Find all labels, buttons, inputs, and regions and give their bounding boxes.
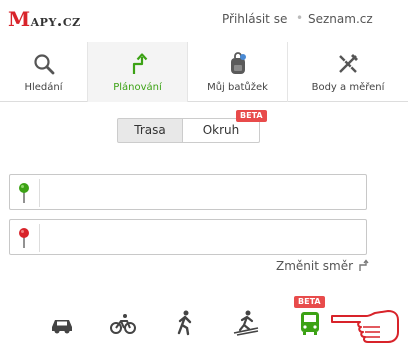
green-pin-icon [19, 183, 29, 203]
bicycle-icon[interactable] [108, 308, 138, 338]
logo-rest: apy.cz [30, 11, 81, 30]
end-field[interactable] [9, 219, 367, 255]
car-icon[interactable] [47, 308, 77, 338]
route-planning-icon [132, 53, 147, 74]
walking-icon[interactable] [170, 308, 200, 338]
end-field-divider [39, 224, 40, 252]
swap-direction-icon[interactable] [357, 259, 369, 273]
start-field-divider [39, 179, 40, 207]
tab-search[interactable]: Hledání [0, 42, 88, 102]
tab-backpack[interactable]: Můj batůžek [188, 42, 288, 102]
mapy-cz-logo[interactable]: Mapy.cz [8, 7, 81, 31]
skiing-icon[interactable] [231, 308, 261, 338]
tab-measure-label: Body a měření [311, 82, 385, 93]
logo-first-letter: M [8, 7, 31, 31]
main-tabs: Hledání Plánování Můj batůžek Body a měř… [0, 42, 408, 102]
end-input[interactable] [44, 224, 362, 250]
tab-search-label: Hledání [24, 82, 63, 93]
start-field[interactable] [9, 174, 367, 210]
red-pin-icon [19, 228, 29, 248]
bus-icon[interactable] [295, 308, 325, 338]
search-icon [33, 54, 54, 75]
tab-measure[interactable]: Body a měření [288, 42, 408, 102]
change-direction-link[interactable]: Změnit směr [276, 259, 353, 273]
seznam-link[interactable]: Seznam.cz [308, 12, 373, 26]
tab-planning[interactable]: Plánování [88, 42, 188, 102]
pointing-hand-icon [331, 310, 399, 343]
login-link[interactable]: Přihlásit se [222, 12, 287, 26]
measure-tools-icon [339, 54, 358, 73]
header-separator: • [296, 11, 304, 25]
backpack-icon [230, 52, 246, 74]
tab-planning-label: Plánování [113, 82, 162, 93]
bus-beta-badge: BETA [294, 296, 325, 308]
tab-backpack-label: Můj batůžek [207, 82, 268, 93]
header: Mapy.cz Přihlásit se • Seznam.cz [0, 0, 408, 40]
okruh-beta-badge: BETA [236, 110, 267, 122]
start-input[interactable] [44, 179, 362, 205]
trasa-button[interactable]: Trasa [117, 118, 183, 143]
